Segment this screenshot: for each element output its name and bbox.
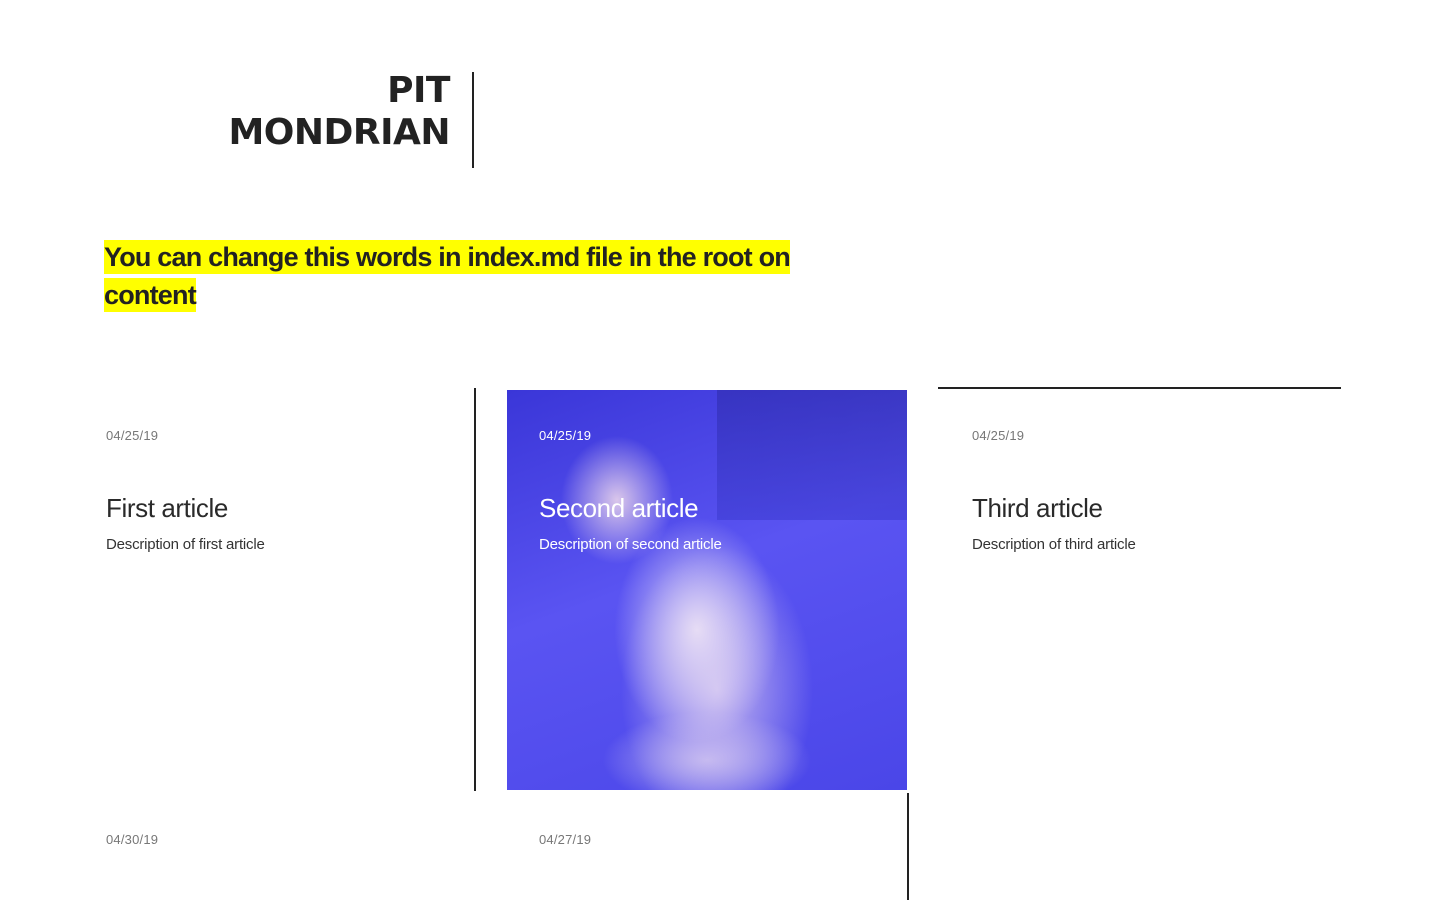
article-description: Description of third article: [972, 536, 1136, 553]
tagline-text: You can change this words in index.md fi…: [104, 240, 791, 312]
grid-line-vertical-1: [474, 388, 476, 791]
article-date: 04/25/19: [972, 428, 1025, 443]
logo-divider: [472, 72, 474, 168]
article-date: 04/30/19: [106, 832, 159, 847]
article-description: Description of second article: [539, 536, 722, 553]
article-title: Third article: [972, 493, 1103, 523]
article-content: 04/25/19 Second article Description of s…: [539, 428, 875, 553]
site-logo[interactable]: PIT MONDRIAN: [200, 70, 450, 154]
article-date: 04/27/19: [539, 832, 592, 847]
article-card-second[interactable]: 04/25/19 Second article Description of s…: [507, 390, 907, 790]
grid-line-horizontal-1: [938, 387, 1341, 389]
article-date: 04/25/19: [106, 428, 159, 443]
article-title: Second article: [539, 493, 699, 523]
article-date: 04/25/19: [539, 428, 592, 443]
grid-line-vertical-2: [907, 793, 909, 900]
logo-line-1: PIT: [387, 70, 450, 111]
article-card-fifth[interactable]: 04/27/19: [507, 794, 907, 900]
article-title: First article: [106, 493, 228, 523]
page-tagline: You can change this words in index.md fi…: [104, 238, 844, 314]
page: PIT MONDRIAN You can change this words i…: [0, 0, 1440, 900]
logo-line-2: MONDRIAN: [228, 112, 450, 153]
article-card-third[interactable]: 04/25/19 Third article Description of th…: [940, 390, 1340, 790]
article-description: Description of first article: [106, 536, 265, 553]
article-card-fourth[interactable]: 04/30/19: [74, 794, 474, 900]
article-card-first[interactable]: 04/25/19 First article Description of fi…: [74, 390, 474, 790]
